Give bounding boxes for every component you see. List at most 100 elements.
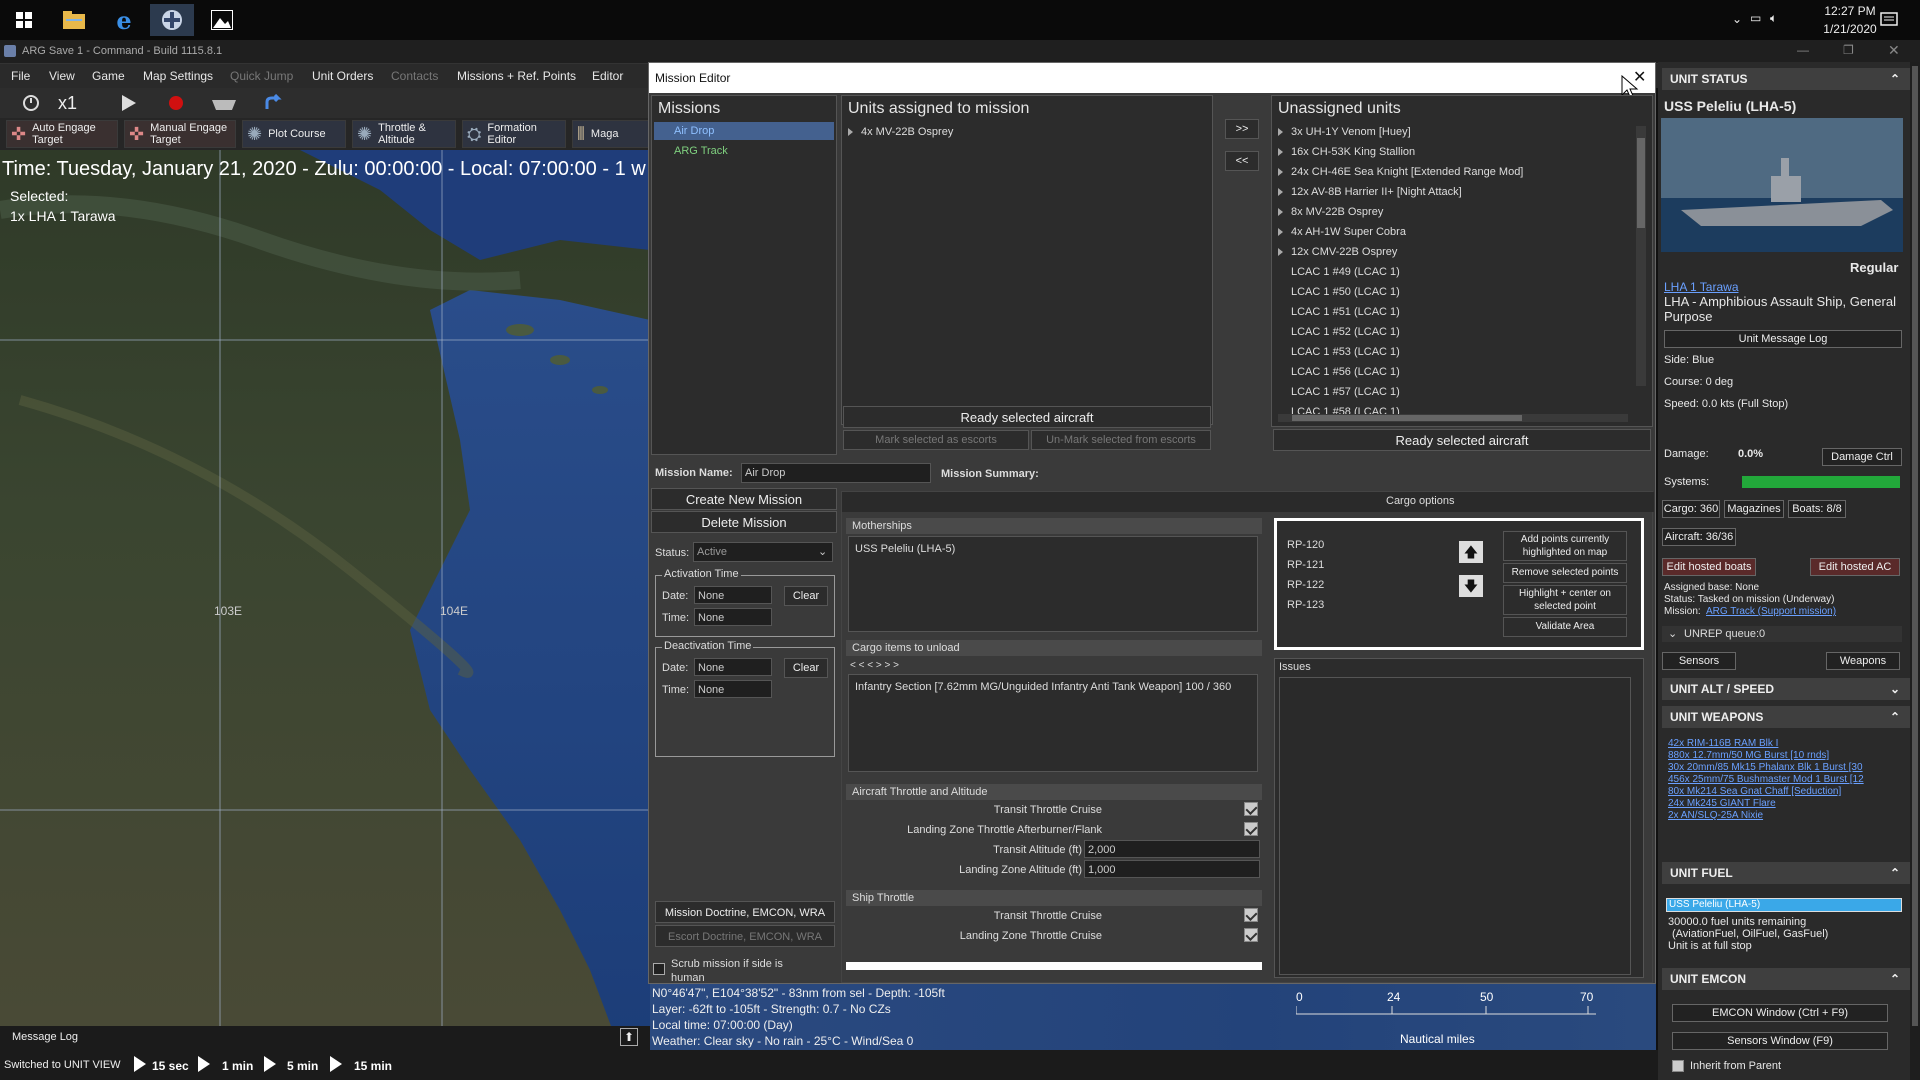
auto-engage-button[interactable]: ✜ Auto Engage Target: [6, 120, 118, 148]
step-play-icon[interactable]: [198, 1056, 210, 1072]
activation-time-input[interactable]: None: [694, 608, 772, 626]
magazines-button[interactable]: Magazines: [1724, 500, 1784, 518]
menu-file[interactable]: File: [11, 69, 30, 83]
status-dropdown[interactable]: Active ⌄: [693, 542, 833, 562]
weapon-link[interactable]: 42x RIM-116B RAM Blk I: [1668, 738, 1778, 749]
collapse-icon[interactable]: ⌃: [1890, 706, 1900, 728]
unit-alt-speed-header[interactable]: UNIT ALT / SPEED ⌄: [1662, 678, 1912, 700]
clear-activation-button[interactable]: Clear: [784, 586, 828, 606]
weapon-link[interactable]: 80x Mk214 Sea Gnat Chaff [Seduction]: [1668, 786, 1841, 797]
unrep-queue[interactable]: ⌄ UNREP queue:0: [1662, 626, 1902, 642]
menu-map-settings[interactable]: Map Settings: [143, 69, 213, 83]
system-tray-icons[interactable]: ⌄ ▭ 🔈︎: [1732, 0, 1792, 40]
weapons-button[interactable]: Weapons: [1826, 652, 1900, 670]
cargo-item[interactable]: Infantry Section [7.62mm MG/Unguided Inf…: [855, 681, 1231, 693]
weapon-link[interactable]: 2x AN/SLQ-25A Nixie: [1668, 810, 1763, 821]
volume-icon[interactable]: 🔈︎: [1770, 11, 1777, 26]
ship-view-icon[interactable]: [212, 96, 236, 110]
record-icon[interactable]: [168, 95, 184, 111]
scrub-mission-checkbox[interactable]: [653, 963, 665, 975]
windows-start-icon[interactable]: [2, 4, 46, 36]
chevron-down-icon[interactable]: ⌄: [1668, 627, 1677, 640]
weapon-link[interactable]: 24x Mk245 GIANT Flare: [1668, 798, 1776, 809]
ready-assigned-button[interactable]: Ready selected aircraft: [843, 406, 1211, 428]
ref-point-item[interactable]: RP-121: [1287, 559, 1324, 571]
map-bottom-strip[interactable]: N0°46'47", E104°38'52" - 83nm from sel -…: [650, 984, 1656, 1050]
unassigned-unit-row[interactable]: LCAC 1 #53 (LCAC 1): [1278, 346, 1400, 358]
activation-date-input[interactable]: None: [694, 586, 772, 604]
weapon-link[interactable]: 880x 12.7mm/50 MG Burst [10 rnds]: [1668, 750, 1829, 761]
boats-button[interactable]: Boats: 8/8: [1788, 500, 1846, 518]
unassigned-unit-row[interactable]: 24x CH-46E Sea Knight [Extended Range Mo…: [1278, 166, 1523, 178]
assigned-unit-row[interactable]: 4x MV-22B Osprey: [848, 126, 953, 138]
restore-icon[interactable]: ❐: [1843, 43, 1854, 57]
message-log-bar[interactable]: Message Log ⬆: [0, 1026, 650, 1050]
menu-view[interactable]: View: [49, 69, 75, 83]
horizontal-scrollbar[interactable]: [1278, 414, 1628, 422]
expand-arrow-icon[interactable]: [1278, 128, 1283, 137]
magazine-button[interactable]: ⦀ Maga: [572, 120, 652, 148]
edge-browser-icon[interactable]: e: [102, 4, 146, 36]
unit-emcon-header[interactable]: UNIT EMCON ⌃: [1662, 968, 1912, 990]
plot-course-button[interactable]: ✺ Plot Course: [242, 120, 346, 148]
mission-editor-titlebar[interactable]: Mission Editor ✕: [649, 63, 1655, 100]
step-15-sec[interactable]: 15 sec: [152, 1059, 189, 1073]
unassigned-unit-row[interactable]: LCAC 1 #51 (LCAC 1): [1278, 306, 1400, 318]
unassigned-unit-row[interactable]: LCAC 1 #52 (LCAC 1): [1278, 326, 1400, 338]
unassigned-unit-row[interactable]: LCAC 1 #49 (LCAC 1): [1278, 266, 1400, 278]
menu-quick-jump[interactable]: Quick Jump: [230, 69, 293, 83]
throttle-altitude-button[interactable]: ✺ Throttle & Altitude: [352, 120, 456, 148]
ship-transit-checkbox[interactable]: [1244, 908, 1258, 922]
step-play-icon[interactable]: [134, 1056, 146, 1072]
menu-missions[interactable]: Missions + Ref. Points: [457, 69, 576, 83]
ref-point-item[interactable]: RP-123: [1287, 599, 1324, 611]
expand-arrow-icon[interactable]: [1278, 188, 1283, 197]
transit-throttle-checkbox[interactable]: [1244, 802, 1258, 816]
mission-link[interactable]: ARG Track (Support mission): [1706, 606, 1836, 617]
ready-unassigned-button[interactable]: Ready selected aircraft: [1273, 429, 1651, 451]
aircraft-button[interactable]: Aircraft: 36/36: [1662, 528, 1736, 546]
map-view[interactable]: Time: Tuesday, January 21, 2020 - Zulu: …: [0, 150, 650, 1050]
chevron-down-icon[interactable]: ⌄: [818, 543, 827, 561]
expand-up-icon[interactable]: ⬆: [620, 1028, 638, 1046]
menu-unit-orders[interactable]: Unit Orders: [312, 69, 373, 83]
remove-points-button[interactable]: Remove selected points: [1503, 563, 1627, 583]
ref-point-item[interactable]: RP-120: [1287, 539, 1324, 551]
unit-fuel-header[interactable]: UNIT FUEL ⌃: [1662, 862, 1912, 884]
sensors-button[interactable]: Sensors: [1662, 652, 1736, 670]
cargo-button[interactable]: Cargo: 360: [1662, 500, 1720, 518]
move-up-icon[interactable]: 🡅: [1459, 541, 1483, 563]
move-down-icon[interactable]: 🡇: [1459, 575, 1483, 597]
mission-name-input[interactable]: Air Drop: [741, 463, 931, 483]
create-mission-button[interactable]: Create New Mission: [651, 488, 837, 510]
escort-doctrine-button[interactable]: Escort Doctrine, EMCON, WRA: [655, 925, 835, 947]
cargo-nav-arrows[interactable]: < < < > > >: [850, 660, 899, 671]
expand-arrow-icon[interactable]: [848, 128, 853, 137]
add-points-button[interactable]: Add points currently highlighted on map: [1503, 531, 1627, 561]
expand-arrow-icon[interactable]: [1278, 148, 1283, 157]
minimize-icon[interactable]: —: [1797, 43, 1809, 57]
hscrollbar-thumb[interactable]: [1292, 415, 1522, 421]
step-5-min[interactable]: 5 min: [287, 1059, 318, 1073]
clock[interactable]: 12:27 PM 1/21/2020: [1810, 0, 1890, 40]
mission-doctrine-button[interactable]: Mission Doctrine, EMCON, WRA: [655, 901, 835, 923]
unassigned-unit-row[interactable]: 3x UH-1Y Venom [Huey]: [1278, 126, 1411, 138]
ship-lz-checkbox[interactable]: [1244, 928, 1258, 942]
collapse-icon[interactable]: ⌃: [1890, 862, 1900, 884]
play-icon[interactable]: [122, 95, 136, 111]
unit-status-header[interactable]: UNIT STATUS ⌃: [1662, 68, 1912, 90]
expand-arrow-icon[interactable]: [1278, 228, 1283, 237]
menu-editor[interactable]: Editor: [592, 69, 623, 83]
mission-item-air-drop[interactable]: Air Drop: [654, 122, 834, 140]
edit-hosted-ac-button[interactable]: Edit hosted AC: [1810, 558, 1900, 576]
mothership-item[interactable]: USS Peleliu (LHA-5): [855, 543, 955, 555]
step-15-min[interactable]: 15 min: [354, 1059, 392, 1073]
damage-control-button[interactable]: Damage Ctrl: [1822, 448, 1902, 466]
weapon-link[interactable]: 30x 20mm/85 Mk15 Phalanx Blk 1 Burst [30: [1668, 762, 1863, 773]
unmark-escorts-button[interactable]: Un-Mark selected from escorts: [1031, 430, 1211, 450]
unassigned-unit-row[interactable]: 12x AV-8B Harrier II+ [Night Attack]: [1278, 186, 1462, 198]
expand-arrow-icon[interactable]: [1278, 168, 1283, 177]
vertical-scrollbar[interactable]: [1636, 126, 1646, 386]
weapon-link[interactable]: 456x 25mm/75 Bushmaster Mod 1 Burst [12: [1668, 774, 1864, 785]
menu-game[interactable]: Game: [92, 69, 125, 83]
